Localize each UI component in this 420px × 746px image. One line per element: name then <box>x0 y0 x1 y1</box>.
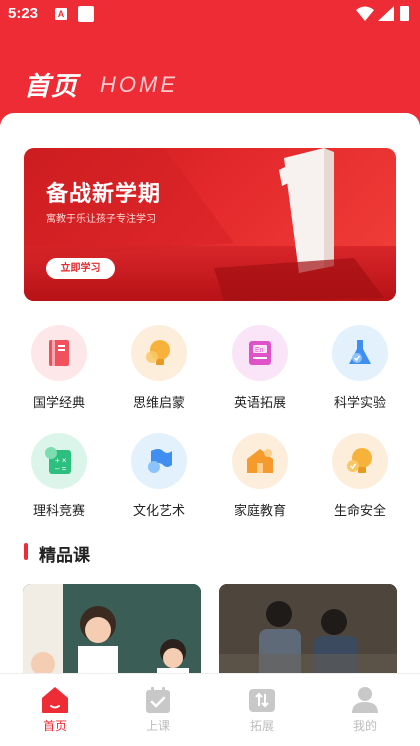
category-safety[interactable]: 生命安全 <box>320 433 400 519</box>
category-label: 国学经典 <box>32 396 85 411</box>
category-family[interactable]: 家庭教育 <box>220 433 300 519</box>
category-label: 科学实验 <box>333 396 386 411</box>
category-label: 理科竞赛 <box>32 504 85 519</box>
bottom-tab-bar: 首页 上课 拓展 我的 <box>0 673 420 746</box>
flask-icon <box>349 340 371 364</box>
category-like[interactable]: + × – = 理科竞赛 <box>19 433 99 519</box>
category-label: 英语拓展 <box>233 396 286 411</box>
category-label: 文化艺术 <box>132 504 185 519</box>
calendar-check-icon <box>146 687 170 713</box>
expand-icon <box>249 689 275 712</box>
signal-icon <box>378 6 394 21</box>
lightbulb-icon <box>146 340 170 365</box>
notification-app-icon: A <box>55 8 67 20</box>
category-icon-bg <box>332 325 388 381</box>
section-title: 精品课 <box>39 546 90 566</box>
category-english[interactable]: En 英语拓展 <box>220 325 300 411</box>
house-icon <box>247 449 273 473</box>
tab-label: 拓展 <box>249 719 274 733</box>
svg-text:En: En <box>255 347 264 354</box>
notification-icon <box>78 6 94 22</box>
tab-label: 我的 <box>352 719 377 733</box>
status-time: 5:23 <box>8 5 39 22</box>
course-thumbnail-students <box>219 584 397 679</box>
course-thumbnail-classroom <box>23 584 201 679</box>
banner-title: 备战新学期 <box>46 182 162 207</box>
page-title: 首页 <box>24 72 79 102</box>
category-icon-bg <box>131 325 187 381</box>
category-siwei[interactable]: 思维启蒙 <box>119 325 199 411</box>
category-icon-bg: En <box>232 325 288 381</box>
status-bar: 5:23 A <box>0 0 420 30</box>
category-icon-bg <box>131 433 187 489</box>
flag-icon <box>148 449 172 473</box>
category-label: 家庭教育 <box>233 504 286 519</box>
category-guoxue[interactable]: 国学经典 <box>19 325 99 411</box>
category-label: 思维启蒙 <box>132 396 185 411</box>
tab-home[interactable]: 首页 <box>20 686 90 734</box>
tab-label: 上课 <box>145 719 170 733</box>
book-icon <box>49 340 69 366</box>
banner-start-button[interactable]: 立即学习 <box>46 258 115 279</box>
category-science[interactable]: 科学实验 <box>320 325 400 411</box>
category-icon-bg <box>232 433 288 489</box>
battery-icon <box>400 6 409 21</box>
tab-mine[interactable]: 我的 <box>330 686 400 734</box>
wifi-icon <box>356 6 374 21</box>
tab-label: 首页 <box>42 719 67 733</box>
tab-class[interactable]: 上课 <box>123 686 193 734</box>
home-icon <box>42 687 68 713</box>
math-calculator-icon: + × – = <box>45 447 71 474</box>
category-label: 生命安全 <box>333 504 386 519</box>
course-card[interactable] <box>219 584 397 679</box>
category-icon-bg: + × – = <box>31 433 87 489</box>
banner-subtitle: 寓教于乐让孩子专注学习 <box>46 214 156 225</box>
safety-bulb-icon <box>347 448 372 473</box>
category-icon-bg <box>31 325 87 381</box>
course-card[interactable] <box>23 584 201 679</box>
svg-text:– =: – = <box>55 464 67 473</box>
tab-expand[interactable]: 拓展 <box>227 686 297 734</box>
section-accent-bar <box>24 543 28 560</box>
user-icon <box>352 687 378 713</box>
page-title-en: HOME <box>100 72 178 97</box>
category-art[interactable]: 文化艺术 <box>119 433 199 519</box>
english-book-icon: En <box>249 341 271 365</box>
category-icon-bg <box>332 433 388 489</box>
